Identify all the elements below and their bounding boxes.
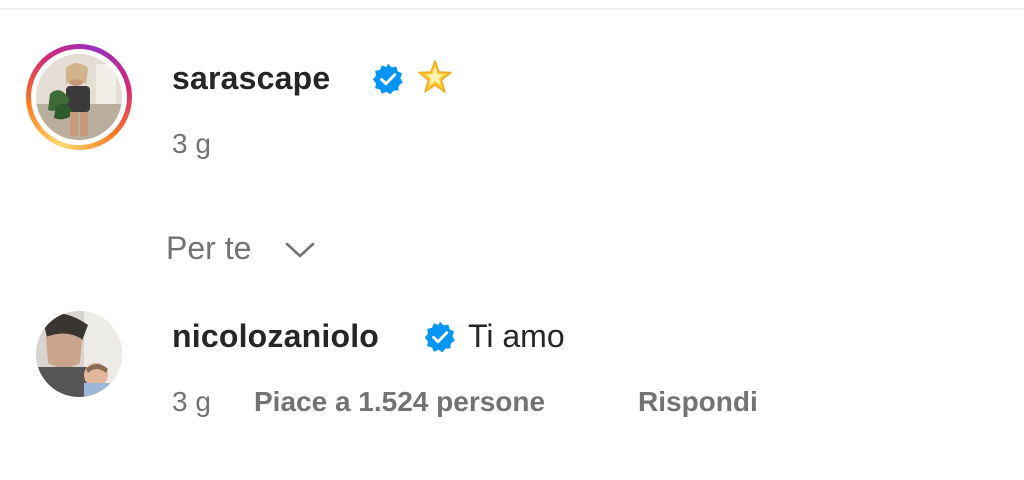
comments-sort-dropdown[interactable]: Per te: [166, 230, 251, 267]
chevron-down-icon[interactable]: [284, 240, 316, 260]
comment-username[interactable]: nicolozaniolo: [172, 318, 379, 355]
comment-likes-count[interactable]: Piace a 1.524 persone: [254, 386, 545, 418]
post-timestamp: 3 g: [172, 128, 211, 159]
avatar[interactable]: [36, 54, 122, 140]
top-divider: [0, 8, 1024, 10]
post-author-username[interactable]: sarascape: [172, 60, 330, 97]
comment-timestamp: 3 g: [172, 386, 211, 417]
comment-text: Ti amo: [468, 318, 565, 354]
glowing-star-icon: [418, 60, 452, 93]
verified-badge-icon: [372, 63, 403, 95]
verified-badge-icon: [424, 321, 455, 353]
commenter-avatar[interactable]: [36, 311, 122, 397]
reply-button[interactable]: Rispondi: [638, 386, 758, 418]
avatar-photo: [36, 54, 122, 140]
commenter-avatar-photo: [36, 311, 122, 397]
